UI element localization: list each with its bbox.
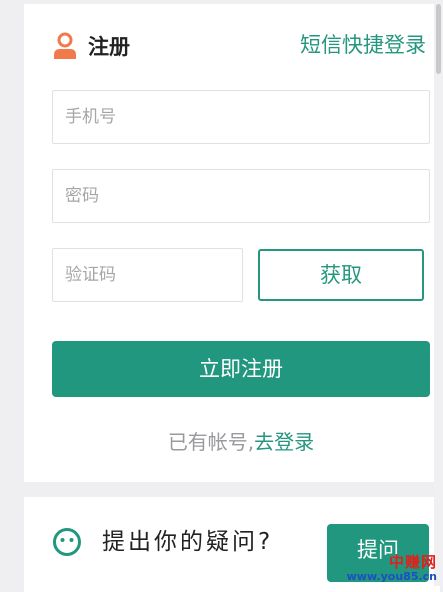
scrollbar[interactable]	[434, 0, 443, 586]
page-title: 注册	[88, 35, 130, 59]
ask-question-text: 提出你的疑问?	[102, 529, 274, 555]
password-input[interactable]	[52, 169, 430, 223]
register-button[interactable]: 立即注册	[52, 341, 430, 397]
verification-code-input[interactable]	[52, 248, 243, 302]
register-header: 注册 短信快捷登录	[52, 30, 426, 66]
go-login-link[interactable]: 去登录	[254, 430, 314, 454]
watermark-title: 中赚网	[388, 553, 437, 571]
watermark-url: www.you85.cn	[346, 570, 437, 583]
user-icon	[54, 32, 76, 59]
scrollbar-thumb[interactable]	[436, 4, 441, 74]
smile-icon	[53, 528, 81, 556]
login-prompt: 已有帐号,去登录	[52, 427, 430, 457]
get-code-button[interactable]: 获取	[258, 249, 424, 301]
watermark: 中赚网 www.you85.cn	[346, 553, 437, 583]
register-card: 注册 短信快捷登录 获取 立即注册 已有帐号,去登录	[24, 4, 440, 482]
phone-input[interactable]	[52, 90, 430, 144]
has-account-text: 已有帐号,	[167, 430, 255, 454]
sms-quick-login-link[interactable]: 短信快捷登录	[300, 30, 426, 60]
